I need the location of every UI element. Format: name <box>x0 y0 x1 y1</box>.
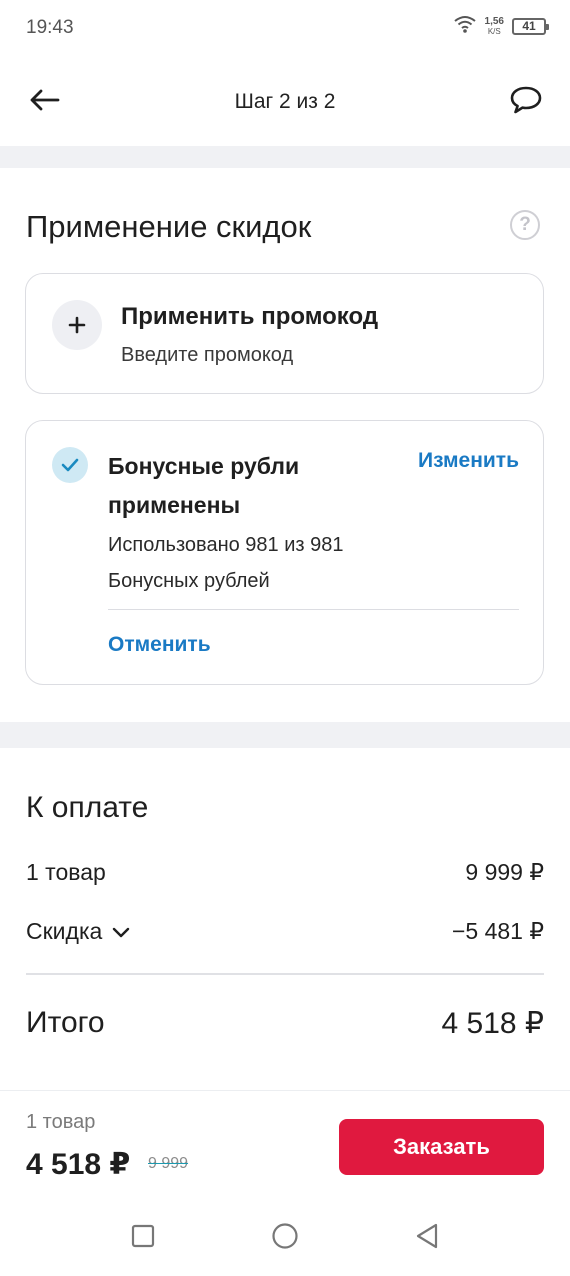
order-button-label: Заказать <box>393 1134 490 1159</box>
recents-button[interactable] <box>125 1220 161 1256</box>
square-icon <box>131 1224 155 1253</box>
battery-icon: 41 <box>512 18 549 35</box>
chat-button[interactable] <box>506 82 546 122</box>
discount-value: −5 481 ₽ <box>451 918 544 944</box>
promo-title: Применить промокод <box>121 303 379 330</box>
bonus-divider <box>108 609 519 610</box>
items-value: 9 999 ₽ <box>465 859 544 885</box>
page-title: Шаг 2 из 2 <box>234 90 336 113</box>
triangle-back-icon <box>415 1223 439 1254</box>
status-bar: 19:43 1,56 K/S 41 <box>0 0 570 58</box>
chevron-down-icon <box>112 918 130 945</box>
total-value: 4 518 ₽ <box>441 1007 545 1040</box>
top-app-bar: Шаг 2 из 2 <box>0 58 570 146</box>
check-icon <box>52 447 88 483</box>
section-divider <box>0 722 570 748</box>
change-bonus-link[interactable]: Изменить <box>418 449 519 473</box>
discount-label: Скидка <box>26 918 103 944</box>
status-icons: 1,56 K/S 41 <box>453 14 549 39</box>
cancel-bonus-link[interactable]: Отменить <box>108 633 211 657</box>
status-time: 19:43 <box>26 17 74 38</box>
system-nav-bar <box>0 1200 570 1276</box>
network-speed-value: 1,56 <box>484 15 504 27</box>
home-button[interactable] <box>267 1220 303 1256</box>
order-item-count: 1 товар <box>26 1111 96 1133</box>
total-label: Итого <box>26 1006 105 1039</box>
summary-divider <box>26 973 544 975</box>
discounts-title: Применение скидок <box>26 209 312 244</box>
bonus-title: Бонусные рубли применены <box>108 453 300 518</box>
battery-level: 41 <box>522 19 536 33</box>
help-icon[interactable]: ? <box>510 210 540 240</box>
items-label-text: 1 товар <box>26 859 106 885</box>
promo-subtitle: Введите промокод <box>121 344 294 366</box>
network-speed-unit: K/S <box>487 26 501 36</box>
plus-icon <box>52 300 102 350</box>
section-divider <box>0 146 570 168</box>
network-speed: 1,56 K/S <box>484 15 504 37</box>
promo-code-card[interactable]: Применить промокод Введите промокод <box>25 273 544 394</box>
chat-bubble-icon <box>509 85 543 120</box>
back-nav-button[interactable] <box>409 1220 445 1256</box>
payment-title: К оплате <box>26 791 149 824</box>
order-old-price: 9 999 <box>148 1155 189 1172</box>
order-button[interactable]: Заказать <box>339 1119 544 1175</box>
items-label: 1 товар <box>26 859 106 886</box>
discount-toggle[interactable]: Скидка <box>26 918 130 945</box>
circle-icon <box>271 1222 299 1255</box>
order-bar: 1 товар 4 518 ₽ 9 999 Заказать <box>0 1090 570 1200</box>
bonus-used-text: Использовано 981 из 981 Бонусных рублей <box>108 534 344 592</box>
bonus-card: Бонусные рубли применены Изменить Исполь… <box>25 420 544 685</box>
wifi-icon <box>453 14 477 39</box>
order-price: 4 518 ₽ <box>26 1148 131 1181</box>
